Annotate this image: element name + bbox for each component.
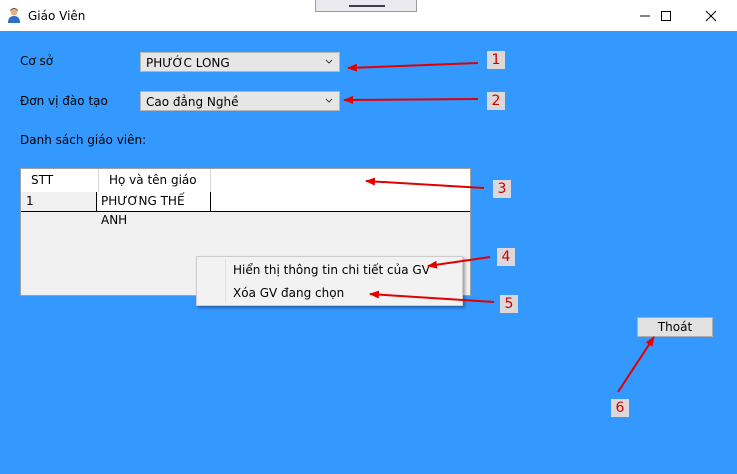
unit-select[interactable]: Cao đẳng Nghề	[140, 91, 340, 111]
context-menu: Hiển thị thông tin chi tiết của GV Xóa G…	[196, 256, 463, 306]
chevron-down-icon	[325, 59, 333, 64]
annotation-callout-1: 1	[487, 51, 505, 69]
drag-handle[interactable]	[315, 0, 417, 12]
maximize-button[interactable]	[643, 0, 689, 31]
annotation-callout-6: 6	[611, 399, 629, 417]
campus-select[interactable]: PHƯỚC LONG	[140, 52, 340, 72]
annotation-callout-5: 5	[500, 295, 518, 313]
exit-button[interactable]: Thoát	[637, 317, 713, 337]
column-header-name[interactable]: Họ và tên giáo viên	[99, 169, 211, 210]
close-button[interactable]	[688, 0, 734, 31]
menu-icon-gutter	[225, 259, 226, 303]
menu-item-delete-teacher[interactable]: Xóa GV đang chọn	[233, 286, 344, 300]
row-stt-cell[interactable]: 1	[21, 192, 97, 211]
teacher-person-icon	[8, 8, 20, 23]
column-header-stt[interactable]: STT	[21, 169, 99, 192]
window-title: Giáo Viên	[28, 9, 86, 23]
menu-item-show-details[interactable]: Hiển thị thông tin chi tiết của GV	[233, 263, 430, 277]
annotation-callout-2: 2	[487, 92, 505, 110]
table-row[interactable]: 1 PHƯƠNG THẾ ANH	[21, 192, 470, 227]
title-bar: Giáo Viên	[0, 0, 737, 31]
campus-label: Cơ sở	[20, 54, 54, 68]
unit-select-value: Cao đẳng Nghề	[146, 95, 239, 109]
close-icon	[705, 10, 717, 21]
annotation-callout-3: 3	[493, 180, 511, 198]
unit-label: Đơn vị đào tạo	[20, 94, 108, 108]
chevron-down-icon	[325, 98, 333, 103]
row-name-cell[interactable]: PHƯƠNG THẾ ANH	[97, 192, 211, 227]
campus-select-value: PHƯỚC LONG	[146, 56, 230, 70]
annotation-callout-4: 4	[497, 248, 515, 266]
teacher-list-label: Danh sách giáo viên:	[20, 133, 147, 147]
maximize-icon	[661, 10, 671, 21]
table-header: STT Họ và tên giáo viên	[21, 169, 470, 210]
